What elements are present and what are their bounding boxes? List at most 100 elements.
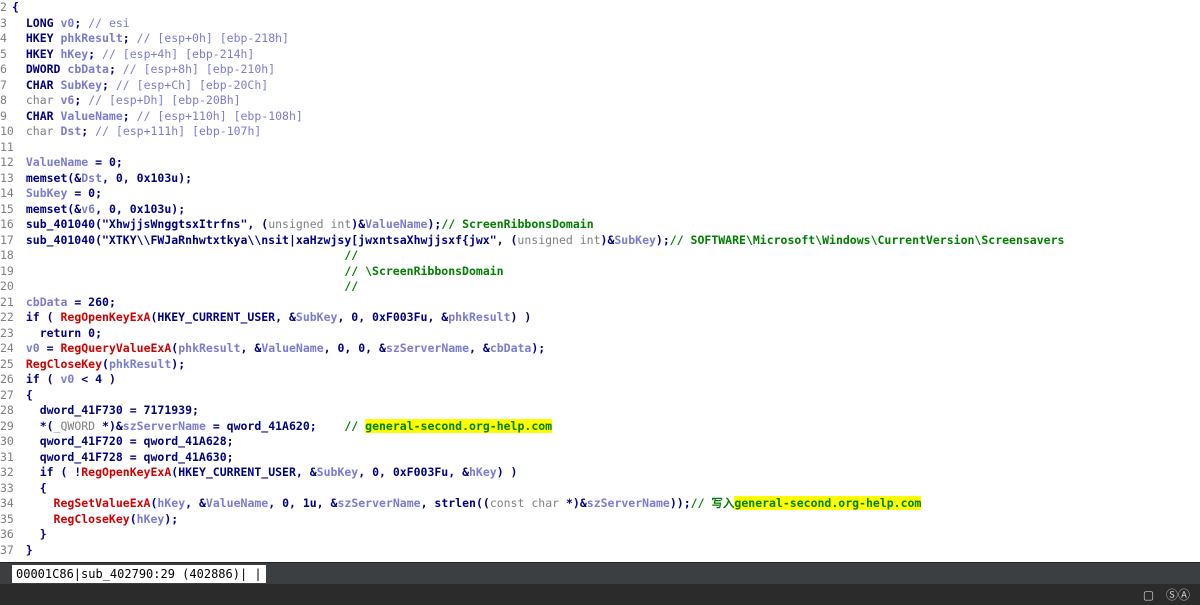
code-text: char v6; // [esp+Dh] [ebp-20Bh] xyxy=(25,93,241,107)
code-line[interactable]: 15 memset(&v6, 0, 0x103u); xyxy=(0,202,1200,218)
tray-text: ⓈⒶ xyxy=(1165,588,1190,602)
code-line[interactable]: 32 if ( !RegOpenKeyExA(HKEY_CURRENT_USER… xyxy=(0,465,1200,481)
code-line[interactable]: 26 if ( v0 < 4 ) xyxy=(0,372,1200,388)
line-number: 36 xyxy=(0,527,14,541)
code-text: // \ScreenRibbonsDomain xyxy=(344,263,504,278)
status-bar: 00001C86|sub_402790:29 (402886)| | xyxy=(0,562,1200,585)
line-number: 35 xyxy=(0,511,14,526)
line-number: 13 xyxy=(0,170,14,185)
line-number: 6 xyxy=(0,62,7,76)
line-number: 23 xyxy=(0,325,14,340)
code-line[interactable]: 23 return 0; xyxy=(0,326,1200,342)
code-text: DWORD cbData; // [esp+8h] [ebp-210h] xyxy=(12,62,276,76)
code-line[interactable]: 22 if ( RegOpenKeyExA(HKEY_CURRENT_USER,… xyxy=(0,310,1200,326)
code-line[interactable]: 16 sub_401040("XhwjjsWnggtsxItrfns", (un… xyxy=(0,217,1200,233)
code-line[interactable]: 28 dword_41F730 = 7171939; xyxy=(0,403,1200,419)
line-number: 16 xyxy=(0,217,14,231)
code-line[interactable]: 27 { xyxy=(0,388,1200,404)
pseudocode-view[interactable]: 2{3 LONG v0; // esi 4 HKEY phkResult; // … xyxy=(0,0,1200,562)
line-number: 26 xyxy=(0,372,14,386)
code-text: CHAR SubKey; // [esp+Ch] [ebp-20Ch] xyxy=(12,77,269,92)
code-text: memset(&v6, 0, 0x103u); xyxy=(12,201,186,216)
line-number: 19 xyxy=(0,263,14,278)
code-line[interactable]: 37 } xyxy=(0,543,1200,559)
line-number: 15 xyxy=(0,201,14,216)
code-line[interactable]: 24 v0 = RegQueryValueExA(phkResult, &Val… xyxy=(0,341,1200,357)
code-line[interactable]: 17 sub_401040("XTKY\\FWJaRnhwtxtkya\\nsi… xyxy=(0,233,1200,249)
line-number: 12 xyxy=(0,155,14,169)
code-line[interactable]: 18 // xyxy=(0,248,1200,264)
code-text: RegCloseKey(hKey); xyxy=(53,511,179,526)
line-number: 28 xyxy=(0,403,14,417)
code-line[interactable]: 25 RegCloseKey(phkResult); xyxy=(0,357,1200,373)
decompiler-window: 2{3 LONG v0; // esi 4 HKEY phkResult; // … xyxy=(0,0,1200,605)
code-text: LONG v0; // esi xyxy=(12,15,130,30)
code-text: dword_41F730 = 7171939; xyxy=(12,403,199,417)
code-text: RegCloseKey(phkResult); xyxy=(25,356,186,371)
code-text: ValueName = 0; xyxy=(25,155,123,169)
code-text: if ( v0 < 4 ) xyxy=(12,372,116,386)
code-line[interactable]: 11 xyxy=(0,140,1200,156)
window-icon[interactable]: ▢ xyxy=(1143,588,1154,602)
code-text: HKEY phkResult; // [esp+0h] [ebp-218h] xyxy=(12,31,289,45)
line-number: 34 xyxy=(0,496,14,510)
system-tray: ▢ ⓈⒶ xyxy=(1135,587,1190,603)
line-number: 18 xyxy=(0,248,14,262)
line-number: 27 xyxy=(0,387,14,402)
code-text: // xyxy=(344,279,359,293)
code-text: return 0; xyxy=(12,325,103,340)
line-number: 7 xyxy=(0,77,7,92)
taskbar: ▢ ⓈⒶ xyxy=(0,584,1200,605)
line-number: 4 xyxy=(0,31,7,45)
line-number: 30 xyxy=(0,434,14,448)
code-text: cbData = 260; xyxy=(25,294,116,309)
code-text: char Dst; // [esp+111h] [ebp-107h] xyxy=(25,124,262,138)
code-line[interactable]: 21 cbData = 260; xyxy=(0,295,1200,311)
line-number: 17 xyxy=(0,232,14,247)
code-text: { xyxy=(12,0,19,14)
code-text: v0 = RegQueryValueExA(phkResult, &ValueN… xyxy=(25,341,546,355)
address-status-field: 00001C86|sub_402790:29 (402886)| | xyxy=(12,565,266,583)
code-line[interactable]: 7 CHAR SubKey; // [esp+Ch] [ebp-20Ch] xyxy=(0,78,1200,94)
code-text: // xyxy=(344,248,359,262)
code-text: qword_41F720 = qword_41A628; xyxy=(12,434,234,448)
code-line[interactable]: 2{ xyxy=(0,0,1200,16)
line-number: 37 xyxy=(0,542,14,557)
code-text: { xyxy=(12,387,33,402)
line-number: 8 xyxy=(0,93,7,107)
code-text: RegSetValueExA(hKey, &ValueName, 0, 1u, … xyxy=(53,496,922,510)
code-text: sub_401040("XTKY\\FWJaRnhwtxtkya\\nsit|x… xyxy=(12,232,1065,247)
line-number: 33 xyxy=(0,480,14,495)
code-line[interactable]: 9 CHAR ValueName; // [esp+110h] [ebp-108… xyxy=(0,109,1200,125)
code-line[interactable]: 10 char Dst; // [esp+111h] [ebp-107h] xyxy=(0,124,1200,140)
code-line[interactable]: 34 RegSetValueExA(hKey, &ValueName, 0, 1… xyxy=(0,496,1200,512)
code-line[interactable]: 12 ValueName = 0; xyxy=(0,155,1200,171)
code-line[interactable]: 31 qword_41F728 = qword_41A630; xyxy=(0,450,1200,466)
code-line[interactable]: 29 *(_QWORD *)&szServerName = qword_41A6… xyxy=(0,418,1200,435)
code-text: if ( RegOpenKeyExA(HKEY_CURRENT_USER, &S… xyxy=(12,310,532,324)
line-number: 10 xyxy=(0,124,14,138)
code-text: if ( !RegOpenKeyExA(HKEY_CURRENT_USER, &… xyxy=(12,465,518,479)
line-number: 2 xyxy=(0,0,7,14)
code-line[interactable]: 35 RegCloseKey(hKey); xyxy=(0,512,1200,528)
code-line[interactable]: 33 { xyxy=(0,481,1200,497)
code-text: } xyxy=(12,542,33,557)
code-line[interactable]: 30 qword_41F720 = qword_41A628; xyxy=(0,434,1200,450)
code-line[interactable]: 3 LONG v0; // esi xyxy=(0,16,1200,32)
code-text: memset(&Dst, 0, 0x103u); xyxy=(12,170,193,185)
code-line[interactable]: 8 char v6; // [esp+Dh] [ebp-20Bh] xyxy=(0,93,1200,109)
code-line[interactable]: 14 SubKey = 0; xyxy=(0,186,1200,202)
code-line[interactable]: 19 // \ScreenRibbonsDomain xyxy=(0,264,1200,280)
line-number: 11 xyxy=(0,139,14,154)
code-line[interactable]: 36 } xyxy=(0,527,1200,543)
code-line[interactable]: 20 // xyxy=(0,279,1200,295)
line-number: 5 xyxy=(0,46,7,61)
code-line[interactable]: 4 HKEY phkResult; // [esp+0h] [ebp-218h] xyxy=(0,31,1200,47)
code-text: qword_41F728 = qword_41A630; xyxy=(12,449,234,464)
code-line[interactable]: 13 memset(&Dst, 0, 0x103u); xyxy=(0,171,1200,187)
code-text: HKEY hKey; // [esp+4h] [ebp-214h] xyxy=(12,46,255,61)
code-line[interactable]: 6 DWORD cbData; // [esp+8h] [ebp-210h] xyxy=(0,62,1200,78)
code-line[interactable]: 5 HKEY hKey; // [esp+4h] [ebp-214h] xyxy=(0,47,1200,63)
code-text: } xyxy=(12,527,47,541)
line-number: 3 xyxy=(0,15,7,30)
